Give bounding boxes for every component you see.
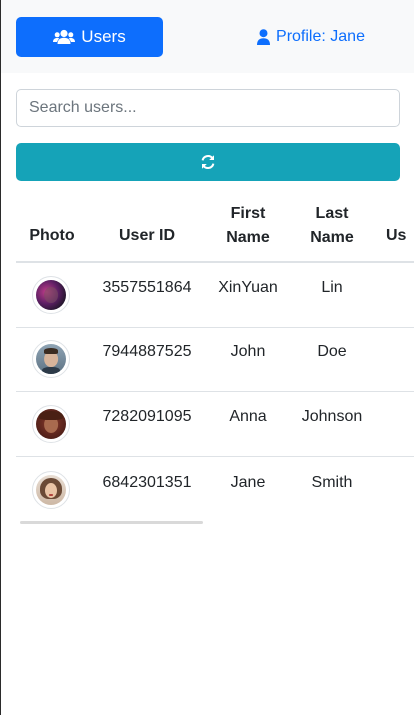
cell-first-name: John bbox=[230, 343, 266, 360]
users-nav-button[interactable]: Users bbox=[16, 17, 163, 57]
cell-user-id: 7282091095 bbox=[102, 408, 192, 425]
cell-last-name: Johnson bbox=[301, 408, 363, 425]
refresh-button[interactable] bbox=[16, 143, 400, 181]
refresh-icon bbox=[200, 154, 216, 170]
row-divider bbox=[16, 456, 414, 457]
avatar bbox=[32, 471, 70, 509]
avatar bbox=[32, 405, 70, 443]
app-frame: Users Profile: Jane Photo bbox=[0, 0, 414, 715]
profile-nav-label: Profile: Jane bbox=[276, 28, 365, 45]
users-table: Photo User ID First Name Last Name Us 35… bbox=[1, 190, 414, 530]
cell-last-name: Smith bbox=[311, 474, 353, 491]
cell-first-name: XinYuan bbox=[218, 279, 278, 296]
cell-first-name: Anna bbox=[229, 408, 267, 425]
cell-user-id: 7944887525 bbox=[102, 343, 192, 360]
top-navigation: Users Profile: Jane bbox=[1, 0, 414, 73]
cell-first-name: Jane bbox=[230, 474, 266, 491]
cell-user-id: 3557551864 bbox=[102, 279, 192, 296]
horizontal-scrollbar[interactable] bbox=[20, 521, 203, 524]
table-row[interactable]: 7282091095 Anna Johnson bbox=[16, 392, 414, 457]
cell-user-id: 6842301351 bbox=[102, 474, 192, 491]
users-icon bbox=[53, 29, 76, 45]
user-icon bbox=[257, 29, 271, 45]
table-row[interactable]: 6842301351 Jane Smith bbox=[16, 458, 414, 523]
avatar bbox=[32, 340, 70, 378]
users-nav-label: Users bbox=[81, 27, 126, 46]
cell-last-name: Lin bbox=[321, 279, 343, 296]
header-first-name: First Name bbox=[226, 205, 270, 246]
avatar bbox=[32, 276, 70, 314]
header-last-name: Last Name bbox=[310, 205, 354, 246]
table-row[interactable]: 7944887525 John Doe bbox=[16, 327, 414, 392]
search-input[interactable] bbox=[16, 89, 400, 127]
table-row[interactable]: 3557551864 XinYuan Lin bbox=[16, 263, 414, 328]
profile-nav-link[interactable]: Profile: Jane bbox=[241, 17, 381, 57]
cell-last-name: Doe bbox=[317, 343, 347, 360]
